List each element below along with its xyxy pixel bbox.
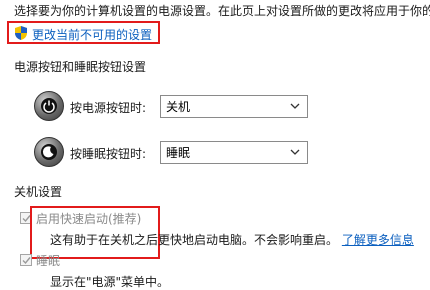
chevron-down-icon <box>290 149 300 155</box>
fast-startup-description: 这有助于在关机之后更快地启动电脑。不会影响重启。 了解更多信息 <box>50 231 414 248</box>
fast-startup-description-text: 这有助于在关机之后更快地启动电脑。不会影响重启。 <box>50 233 339 247</box>
learn-more-link[interactable]: 了解更多信息 <box>342 233 414 247</box>
section-title-power-buttons: 电源按钮和睡眠按钮设置 <box>14 60 147 74</box>
sleep-button-icon <box>34 137 64 167</box>
power-button-icon <box>34 91 64 121</box>
sleep-option-description: 显示在"电源"菜单中。 <box>50 275 170 289</box>
sleep-button-action-select[interactable]: 睡眠 <box>160 141 308 164</box>
power-button-action-value: 关机 <box>166 100 191 114</box>
uac-shield-icon <box>14 25 28 44</box>
section-title-shutdown-settings: 关机设置 <box>14 185 63 199</box>
sleep-checkbox[interactable] <box>20 254 32 266</box>
chevron-down-icon <box>290 103 300 109</box>
checkmark-icon <box>22 257 31 265</box>
intro-text: 选择要为你的计算机设置的电源设置。在此页上对设置所做的更改将应用于你的 <box>14 4 430 18</box>
change-settings-link[interactable]: 更改当前不可用的设置 <box>14 25 152 44</box>
sleep-option-label: 睡眠 <box>36 254 61 268</box>
sleep-button-action-value: 睡眠 <box>166 146 191 160</box>
sleep-button-label: 按睡眠按钮时: <box>70 147 147 161</box>
power-button-label: 按电源按钮时: <box>70 101 147 115</box>
power-button-action-select[interactable]: 关机 <box>160 95 308 118</box>
change-settings-label[interactable]: 更改当前不可用的设置 <box>32 26 152 43</box>
